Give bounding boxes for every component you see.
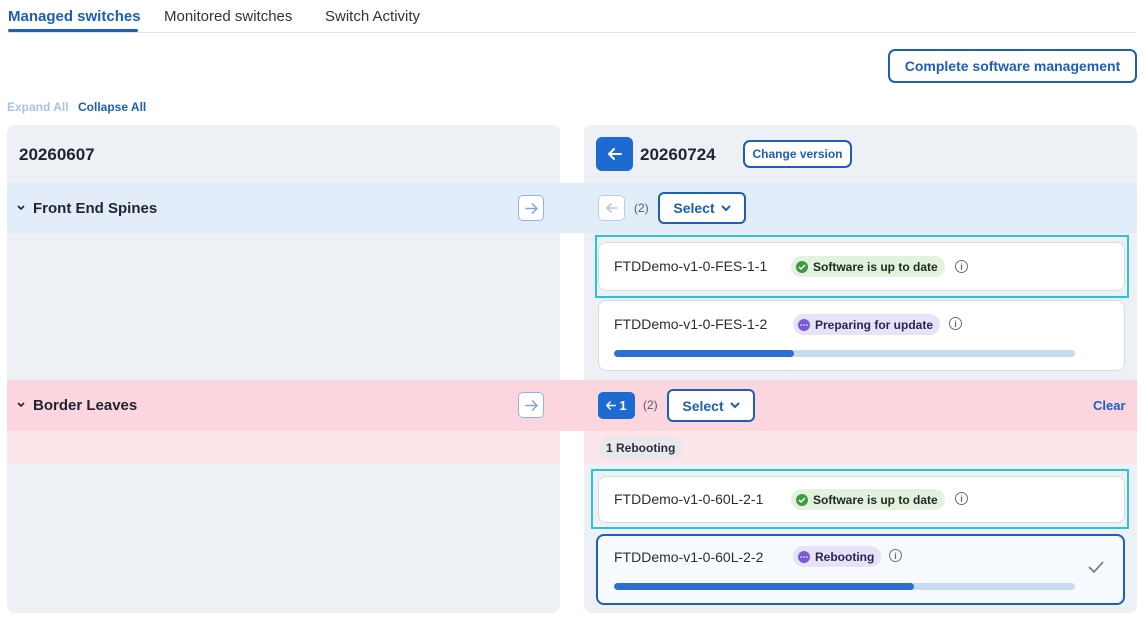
- clear-link[interactable]: Clear: [1093, 398, 1126, 413]
- status-text: Preparing for update: [815, 317, 934, 332]
- tab-switch-activity[interactable]: Switch Activity: [325, 8, 420, 25]
- chevron-down-icon[interactable]: [17, 400, 25, 411]
- complete-software-management-button[interactable]: Complete software management: [888, 49, 1137, 83]
- change-version-button[interactable]: Change version: [743, 140, 852, 168]
- info-icon[interactable]: i: [955, 492, 968, 505]
- device-name: FTDDemo-v1-0-FES-1-2: [614, 316, 768, 332]
- check-circle-icon: [796, 260, 808, 273]
- select-label: Select: [673, 200, 715, 216]
- progress-fill: [614, 350, 794, 357]
- rebooting-chip: 1 Rebooting: [598, 437, 684, 459]
- group-subrow-left: [7, 431, 560, 464]
- move-back-button[interactable]: [598, 195, 625, 221]
- device-name: FTDDemo-v1-0-FES-1-1: [614, 258, 768, 274]
- progress-bar: [614, 350, 1075, 357]
- status-badge: Rebooting: [793, 546, 882, 567]
- tab-managed-switches[interactable]: Managed switches: [8, 8, 141, 25]
- move-group-button[interactable]: [518, 392, 544, 418]
- tab-bar: Managed switches Monitored switches Swit…: [8, 0, 1136, 33]
- info-icon[interactable]: i: [949, 317, 962, 330]
- chevron-down-icon: [720, 204, 731, 211]
- device-name: FTDDemo-v1-0-60L-2-1: [614, 491, 764, 507]
- collapse-all-link[interactable]: Collapse All: [78, 100, 146, 114]
- device-name: FTDDemo-v1-0-60L-2-2: [614, 549, 764, 565]
- chevron-down-icon[interactable]: [17, 203, 25, 214]
- back-count: 1: [619, 398, 627, 413]
- device-card-selected[interactable]: [596, 534, 1125, 605]
- move-back-button[interactable]: 1: [598, 392, 635, 419]
- chevron-down-icon: [729, 402, 740, 409]
- group-label-front-end-spines: Front End Spines: [33, 200, 158, 217]
- status-text: Software is up to date: [813, 492, 938, 507]
- status-badge: Preparing for update: [793, 314, 941, 335]
- back-button[interactable]: [596, 137, 633, 171]
- target-version-title: 20260724: [640, 145, 716, 164]
- tab-monitored-switches[interactable]: Monitored switches: [164, 8, 292, 25]
- more-dots-icon: [798, 550, 810, 563]
- arrow-left-icon: [607, 148, 622, 160]
- more-dots-icon: [798, 318, 810, 331]
- status-badge: Software is up to date: [791, 489, 945, 510]
- select-label: Select: [682, 397, 724, 414]
- expand-all-link[interactable]: Expand All: [7, 100, 69, 114]
- status-text: Software is up to date: [813, 259, 938, 274]
- select-dropdown[interactable]: Select: [667, 389, 755, 422]
- current-version-title: 20260607: [19, 145, 95, 164]
- status-badge: Software is up to date: [791, 256, 945, 277]
- device-card[interactable]: [598, 300, 1125, 371]
- check-circle-icon: [796, 493, 808, 506]
- progress-fill: [614, 583, 914, 590]
- select-dropdown[interactable]: Select: [658, 192, 746, 224]
- device-count: (2): [643, 398, 658, 412]
- arrow-right-icon: [524, 399, 538, 411]
- info-icon[interactable]: i: [955, 260, 968, 273]
- device-count: (2): [634, 201, 649, 215]
- checkmark-icon: [1088, 561, 1104, 574]
- info-icon[interactable]: i: [889, 549, 902, 562]
- move-group-button[interactable]: [518, 195, 544, 221]
- arrow-left-icon: [605, 203, 618, 213]
- arrow-right-icon: [524, 202, 538, 214]
- active-tab-indicator: [8, 29, 138, 32]
- arrow-left-icon: [606, 401, 617, 410]
- progress-bar: [614, 583, 1075, 590]
- group-label-border-leaves: Border Leaves: [33, 397, 138, 414]
- status-text: Rebooting: [815, 549, 875, 564]
